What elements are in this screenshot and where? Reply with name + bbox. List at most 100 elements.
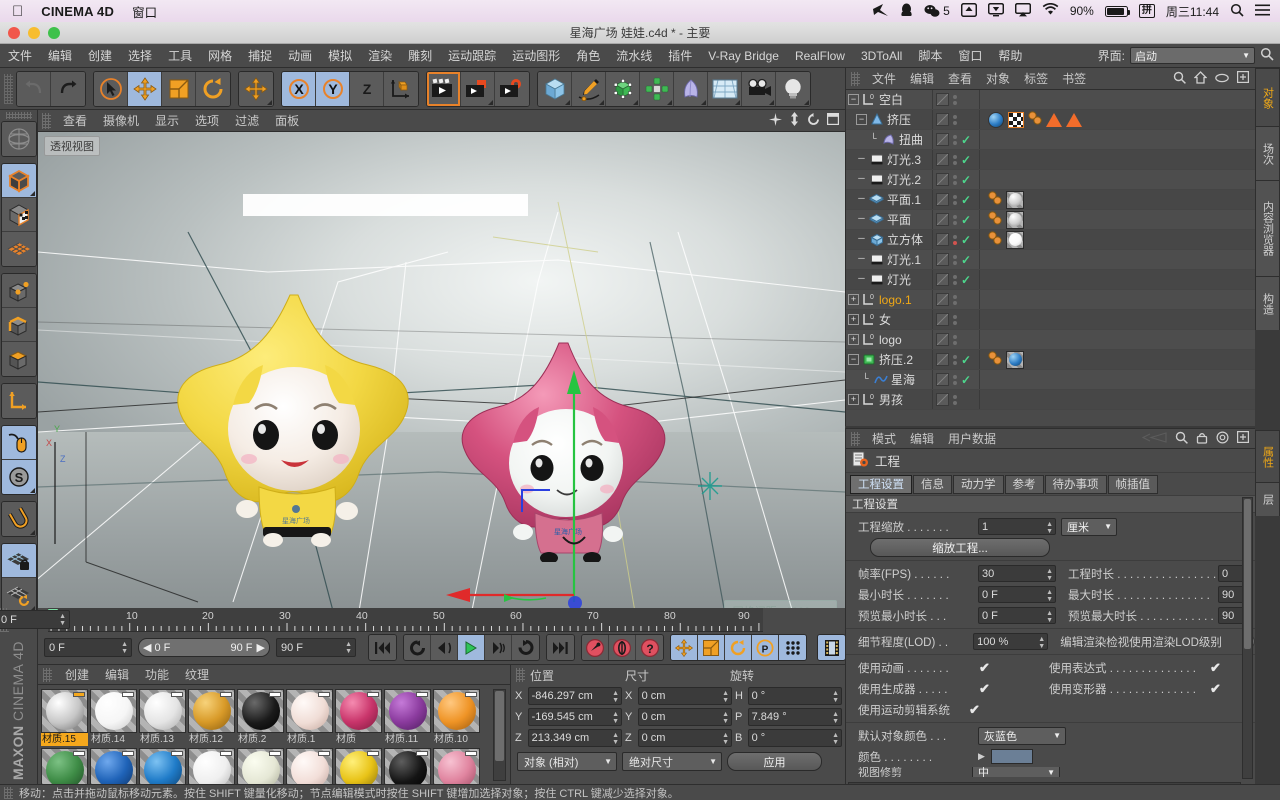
menu-help[interactable]: 帮助: [990, 47, 1030, 64]
spinner-icon[interactable]: ▲ ▼: [1046, 589, 1053, 603]
toolbar-grip[interactable]: [4, 73, 13, 104]
visibility-dots[interactable]: [953, 374, 957, 385]
spinner-icon[interactable]: ▲ ▼: [832, 732, 839, 746]
object-tree[interactable]: − 0 空白 − 挤压 └ 扭曲 ✓ ─ 灯光.3 ✓ ─ 灯光.2 ✓ ─ 平…: [846, 90, 1255, 426]
enabled-check-icon[interactable]: ✓: [961, 193, 972, 207]
tag-material[interactable]: [1006, 210, 1024, 229]
menu-snap[interactable]: 捕捉: [240, 47, 280, 64]
expander-icon[interactable]: −: [848, 354, 859, 365]
menu-vray-bridge[interactable]: V-Ray Bridge: [700, 49, 787, 63]
viewport-menu-options[interactable]: 选项: [187, 112, 227, 129]
visibility-dots[interactable]: [953, 254, 957, 265]
nurbs-generator-button[interactable]: [606, 71, 640, 106]
object-enable-toggle[interactable]: [936, 293, 949, 306]
object-enable-toggle[interactable]: [936, 133, 949, 146]
menu-script[interactable]: 脚本: [910, 47, 950, 64]
enabled-check-icon[interactable]: ✓: [961, 233, 972, 247]
tab-objects[interactable]: 对象: [1255, 68, 1280, 126]
tab-reference[interactable]: 参考: [1004, 474, 1044, 494]
object-enable-toggle[interactable]: [936, 353, 949, 366]
texture-mode-button[interactable]: [1, 198, 36, 232]
object-search-icon[interactable]: [1173, 71, 1186, 87]
spinner-icon[interactable]: ▲ ▼: [59, 613, 66, 627]
spinner-icon[interactable]: ▲ ▼: [1046, 521, 1053, 535]
visibility-dots[interactable]: [953, 194, 957, 205]
snap-magnet-button[interactable]: [1, 502, 36, 536]
attributes-lock-icon[interactable]: [1196, 431, 1208, 447]
size-y-field[interactable]: 0 cm ▲ ▼: [637, 707, 732, 726]
spinner-icon[interactable]: ▲ ▼: [722, 711, 729, 725]
tab-info[interactable]: 信息: [913, 474, 952, 494]
menu-file[interactable]: 文件: [0, 47, 40, 64]
scale-project-button[interactable]: 缩放工程...: [870, 538, 1050, 557]
move-tool[interactable]: [128, 71, 162, 106]
enabled-check-icon[interactable]: ✓: [961, 173, 972, 187]
use-expression-checkbox[interactable]: ✔: [1209, 661, 1222, 674]
size-mode-dropdown[interactable]: 绝对尺寸 ▼: [622, 752, 722, 771]
object-enable-toggle[interactable]: [936, 113, 949, 126]
tab-project-settings[interactable]: 工程设置: [850, 474, 912, 494]
table-row[interactable]: ─ 平面 ✓: [846, 210, 1255, 230]
make-editable-button[interactable]: [1, 122, 36, 156]
tag-texture[interactable]: [1008, 111, 1024, 128]
menu-render[interactable]: 渲染: [360, 47, 400, 64]
object-enable-toggle[interactable]: [936, 393, 949, 406]
keyframe-selection-button[interactable]: ?: [636, 635, 663, 660]
attributes-menu-mode[interactable]: 模式: [865, 430, 903, 447]
menu-simulate[interactable]: 模拟: [320, 47, 360, 64]
tab-takes[interactable]: 场次: [1255, 126, 1280, 180]
timeline-ruler[interactable]: 0 10 20 30 40 50 60 70 80 90: [48, 608, 763, 632]
soft-selection-button[interactable]: S: [1, 460, 36, 494]
light-button[interactable]: [776, 71, 810, 106]
current-frame-field[interactable]: 0 F ▲ ▼: [44, 638, 132, 657]
lod-field[interactable]: 100 % ▲ ▼: [973, 633, 1049, 650]
expander-icon[interactable]: +: [848, 394, 859, 405]
tag-pair-orange[interactable]: [988, 191, 1002, 208]
play-backwards-button[interactable]: [431, 635, 458, 660]
scene-environment-button[interactable]: [708, 71, 742, 106]
viewport-menu-grip[interactable]: [42, 112, 51, 129]
visibility-dots[interactable]: [953, 94, 957, 105]
table-row[interactable]: + 0 logo: [846, 330, 1255, 350]
menu-realflow[interactable]: RealFlow: [787, 49, 853, 63]
tab-frame-interpolation[interactable]: 帧插值: [1107, 474, 1158, 494]
skitch-icon[interactable]: [872, 3, 889, 20]
tag-material-blue[interactable]: [988, 111, 1004, 128]
menu-mesh[interactable]: 网格: [200, 47, 240, 64]
material-menu-texture[interactable]: 纹理: [177, 666, 217, 683]
tab-content-browser[interactable]: 内容浏览器: [1255, 180, 1280, 276]
object-enable-toggle[interactable]: [936, 373, 949, 386]
table-row[interactable]: − 0 空白: [846, 90, 1255, 110]
table-row[interactable]: ─ 灯光 ✓: [846, 270, 1255, 290]
attributes-menu-user-data[interactable]: 用户数据: [941, 430, 1003, 447]
viewport-maximize-icon[interactable]: [827, 113, 840, 128]
viewport-menu-panel[interactable]: 面板: [267, 112, 307, 129]
table-row[interactable]: ─ 灯光.1 ✓: [846, 250, 1255, 270]
wifi-icon[interactable]: [1042, 2, 1059, 19]
left-palette-grip[interactable]: [5, 112, 32, 119]
viewport-rotate-icon[interactable]: [807, 112, 820, 129]
attributes-manager-grip[interactable]: [851, 431, 860, 446]
spinner-icon[interactable]: ▲ ▼: [832, 690, 839, 704]
render-settings-button[interactable]: [495, 71, 529, 106]
spinner-icon[interactable]: ▲ ▼: [1046, 568, 1053, 582]
workplane-mode-button[interactable]: [1, 232, 36, 266]
object-manager-grip[interactable]: [851, 71, 860, 86]
rotation-b-field[interactable]: 0 ° ▲ ▼: [747, 728, 842, 747]
preview-range-field[interactable]: ◀ 0 F 90 F ▶: [138, 638, 270, 657]
lock-x-axis-button[interactable]: X: [282, 71, 316, 106]
status-bar-grip[interactable]: [4, 786, 13, 799]
position-key-button[interactable]: [671, 635, 698, 660]
redo-button[interactable]: [51, 71, 85, 106]
spotlight-search-icon[interactable]: [1230, 3, 1244, 20]
macos-active-app-name[interactable]: CINEMA 4D: [41, 4, 114, 19]
menu-sculpt[interactable]: 雕刻: [400, 47, 440, 64]
apply-button[interactable]: 应用: [727, 752, 822, 771]
object-enable-toggle[interactable]: [936, 313, 949, 326]
scale-key-button[interactable]: [698, 635, 725, 660]
close-button[interactable]: [8, 27, 20, 39]
spinner-icon[interactable]: ▲ ▼: [722, 690, 729, 704]
menu-character[interactable]: 角色: [568, 47, 608, 64]
project-scale-unit-dropdown[interactable]: 厘米 ▼: [1061, 517, 1117, 536]
input-method-indicator[interactable]: 拼: [1138, 4, 1155, 18]
